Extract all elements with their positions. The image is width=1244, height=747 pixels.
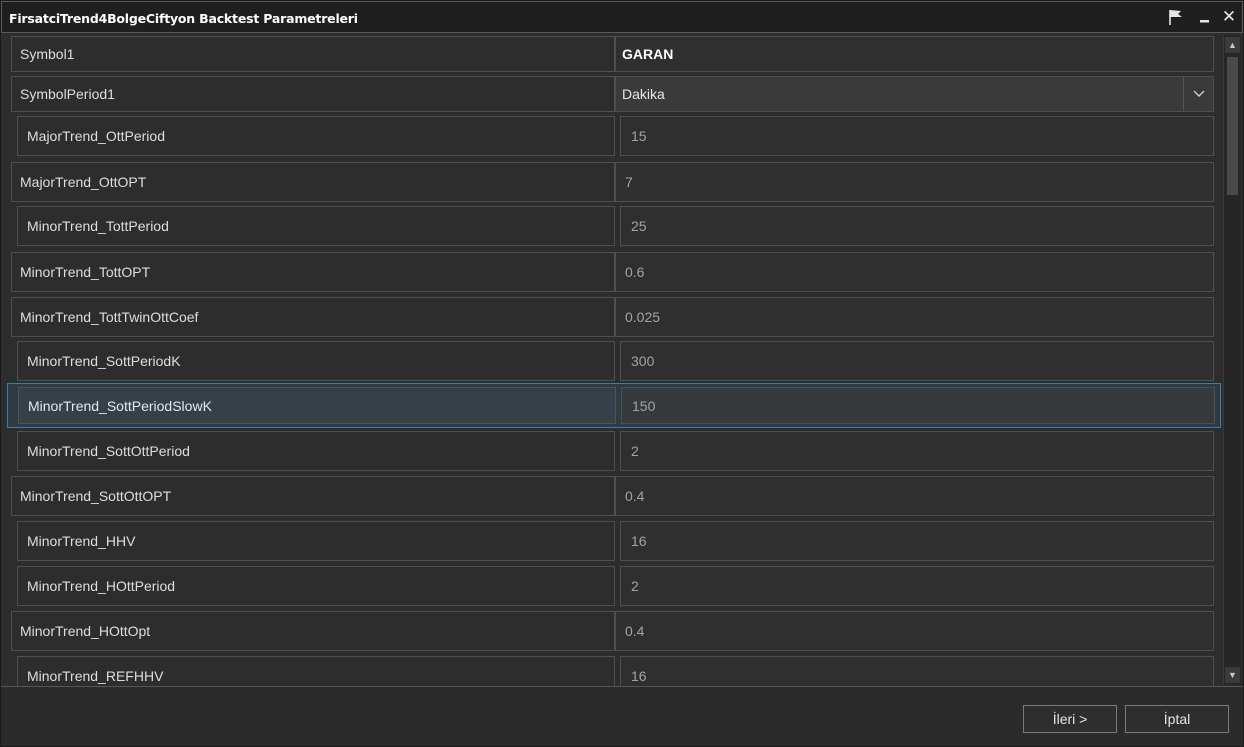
param-label: MinorTrend_HHV	[17, 521, 615, 561]
param-label: Symbol1	[11, 36, 615, 72]
param-value-symbol[interactable]: GARAN	[615, 36, 1214, 72]
param-row-minortrend-sottottperiod[interactable]: MinorTrend_SottOttPeriod 2	[17, 431, 1214, 471]
param-value-input[interactable]: 300	[620, 341, 1214, 381]
vertical-scrollbar[interactable]: ▲ ▼	[1223, 35, 1241, 685]
dialog-footer: İleri > İptal	[1, 686, 1243, 746]
close-icon[interactable]: ✕	[1220, 8, 1238, 26]
param-row-minortrend-totttwinottcoef[interactable]: MinorTrend_TottTwinOttCoef 0.025	[11, 297, 1214, 337]
param-label: MinorTrend_SottPeriodSlowK	[18, 387, 616, 424]
param-value-input[interactable]: 25	[620, 206, 1214, 246]
param-label: SymbolPeriod1	[11, 76, 615, 112]
dialog-window: FirsatciTrend4BolgeCiftyon Backtest Para…	[0, 0, 1244, 747]
param-label: MinorTrend_HOttPeriod	[17, 566, 615, 606]
param-value-input[interactable]: 7	[615, 162, 1214, 202]
param-label: MajorTrend_OttOPT	[11, 162, 615, 202]
param-row-minortrend-hhv[interactable]: MinorTrend_HHV 16	[17, 521, 1214, 561]
param-row-majortrend-ottperiod[interactable]: MajorTrend_OttPeriod 15	[17, 116, 1214, 156]
param-label: MajorTrend_OttPeriod	[17, 116, 615, 156]
arrow-up-icon[interactable]: ▲	[1225, 37, 1240, 53]
title-bar: FirsatciTrend4BolgeCiftyon Backtest Para…	[1, 1, 1243, 33]
next-button[interactable]: İleri >	[1023, 705, 1117, 733]
param-value-input[interactable]: 0.4	[615, 611, 1214, 651]
param-row-symbol1[interactable]: Symbol1 GARAN	[11, 36, 1214, 72]
param-value-input[interactable]: 2	[620, 431, 1214, 471]
window-title: FirsatciTrend4BolgeCiftyon Backtest Para…	[9, 11, 358, 26]
param-label: MinorTrend_HOttOpt	[11, 611, 615, 651]
param-row-minortrend-hottopt[interactable]: MinorTrend_HOttOpt 0.4	[11, 611, 1214, 651]
param-value-input[interactable]: 2	[620, 566, 1214, 606]
param-row-minortrend-tottopt[interactable]: MinorTrend_TottOPT 0.6	[11, 252, 1214, 292]
param-label: MinorTrend_TottOPT	[11, 252, 615, 292]
param-row-minortrend-sottottopt[interactable]: MinorTrend_SottOttOPT 0.4	[11, 476, 1214, 516]
param-value-input[interactable]: 0.025	[615, 297, 1214, 337]
param-label: MinorTrend_TottPeriod	[17, 206, 615, 246]
param-value-input[interactable]: 150	[621, 387, 1215, 424]
param-row-symbolperiod1[interactable]: SymbolPeriod1 Dakika	[11, 76, 1214, 112]
param-row-minortrend-refhhv[interactable]: MinorTrend_REFHHV 16	[17, 656, 1214, 686]
param-row-minortrend-sottperiodk[interactable]: MinorTrend_SottPeriodK 300	[17, 341, 1214, 381]
parameter-grid: Symbol1 GARAN SymbolPeriod1 Dakika Major…	[1, 33, 1243, 686]
flag-icon[interactable]	[1166, 8, 1186, 26]
period-dropdown[interactable]: Dakika	[615, 76, 1214, 112]
param-row-majortrend-ottopt[interactable]: MajorTrend_OttOPT 7	[11, 162, 1214, 202]
param-label: MinorTrend_SottOttOPT	[11, 476, 615, 516]
param-label: MinorTrend_SottOttPeriod	[17, 431, 615, 471]
arrow-down-icon[interactable]: ▼	[1225, 667, 1240, 683]
param-value-input[interactable]: 16	[620, 521, 1214, 561]
param-value-input[interactable]: 0.4	[615, 476, 1214, 516]
param-value-input[interactable]: 16	[620, 656, 1214, 686]
chevron-down-icon[interactable]	[1183, 77, 1213, 111]
param-label: MinorTrend_TottTwinOttCoef	[11, 297, 615, 337]
param-value-input[interactable]: 0.6	[615, 252, 1214, 292]
param-label: MinorTrend_REFHHV	[17, 656, 615, 686]
cancel-button[interactable]: İptal	[1125, 705, 1229, 733]
param-row-minortrend-sottperiodslowk[interactable]: MinorTrend_SottPeriodSlowK 150	[7, 383, 1221, 428]
minimize-icon[interactable]	[1198, 8, 1212, 26]
param-row-minortrend-hottperiod[interactable]: MinorTrend_HOttPeriod 2	[17, 566, 1214, 606]
param-label: MinorTrend_SottPeriodK	[17, 341, 615, 381]
dropdown-selected-value: Dakika	[622, 86, 665, 102]
param-value-input[interactable]: 15	[620, 116, 1214, 156]
param-row-minortrend-tottperiod[interactable]: MinorTrend_TottPeriod 25	[17, 206, 1214, 246]
scrollbar-thumb[interactable]	[1227, 57, 1238, 195]
